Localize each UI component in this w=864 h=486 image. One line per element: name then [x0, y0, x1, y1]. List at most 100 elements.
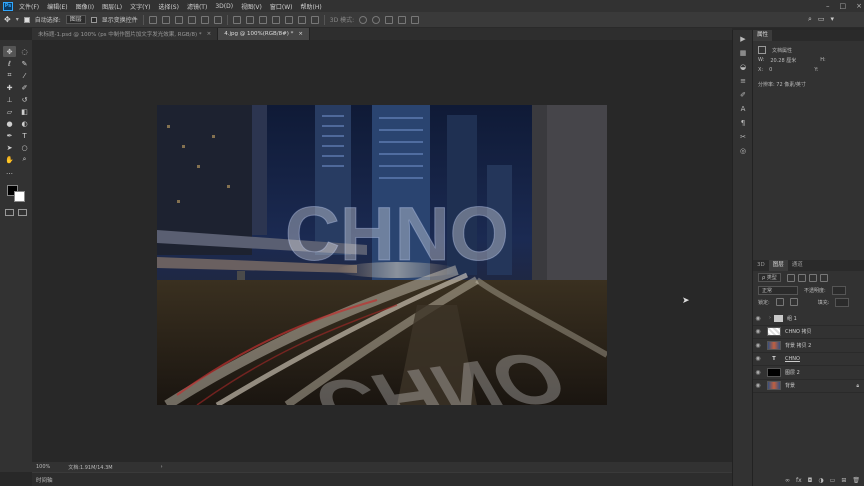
align-top-icon[interactable]: [148, 15, 157, 24]
gradient-tool-icon[interactable]: ◧: [18, 106, 31, 117]
visibility-eye-icon[interactable]: ◉: [753, 369, 763, 376]
eraser-tool-icon[interactable]: ▱: [3, 106, 16, 117]
brush-settings-icon[interactable]: ✐: [736, 89, 750, 100]
shape-tool-icon[interactable]: ○: [18, 142, 31, 153]
maximize-icon[interactable]: □: [840, 2, 847, 10]
filter-pixel-icon[interactable]: [786, 273, 795, 282]
layer-row-chno-copy[interactable]: ◉ CHNO 拷贝: [753, 326, 864, 339]
path-select-tool-icon[interactable]: ➤: [3, 142, 16, 153]
adjustment-layer-icon[interactable]: ◑: [818, 477, 823, 484]
tab-properties[interactable]: 属性: [753, 30, 773, 41]
paragraph-icon[interactable]: ¶: [736, 117, 750, 128]
align-hcenter-icon[interactable]: [200, 15, 209, 24]
lock-pixels-icon[interactable]: [775, 298, 784, 306]
x-value[interactable]: 0: [769, 67, 772, 73]
lasso-tool-icon[interactable]: ℓ: [3, 58, 16, 69]
menu-type[interactable]: 文字(Y): [130, 2, 150, 11]
filter-shape-icon[interactable]: [819, 273, 828, 282]
delete-layer-icon[interactable]: 🗑︎: [852, 477, 860, 484]
pen-tool-icon[interactable]: ✒: [3, 130, 16, 141]
tool-preset-chevron-icon[interactable]: ▾: [16, 16, 19, 23]
distribute-hcenter-icon[interactable]: [284, 15, 293, 24]
expand-chevron-icon[interactable]: ›: [769, 315, 771, 321]
visibility-eye-icon[interactable]: ◉: [753, 315, 763, 322]
tools-icon[interactable]: ✂: [736, 131, 750, 142]
visibility-eye-icon[interactable]: ◉: [753, 328, 763, 335]
history-icon[interactable]: ▶: [736, 33, 750, 44]
more-tools-icon[interactable]: …: [3, 166, 16, 177]
layer-row-background-copy-2[interactable]: ◉ 背景 拷贝 2: [753, 339, 864, 353]
layer-filter-dropdown[interactable]: ρ 类型: [758, 273, 781, 282]
close-icon[interactable]: ×: [856, 2, 862, 10]
align-left-icon[interactable]: [187, 15, 196, 24]
menu-edit[interactable]: 编辑(E): [47, 2, 67, 11]
tab-layers[interactable]: 图层: [768, 260, 788, 271]
move-tool-icon[interactable]: ✥: [3, 46, 16, 57]
menu-3d[interactable]: 3D(D): [215, 3, 233, 10]
layer-row-background[interactable]: ◉ 背景 🔒︎: [753, 380, 864, 393]
menu-select[interactable]: 选择(S): [158, 2, 179, 11]
character-icon[interactable]: A: [736, 103, 750, 114]
distribute-top-icon[interactable]: [232, 15, 241, 24]
timeline-tab[interactable]: 时间轴: [36, 476, 53, 484]
crop-tool-icon[interactable]: ⌗: [3, 70, 16, 81]
width-value[interactable]: 20.28 厘米: [770, 57, 796, 64]
menu-filter[interactable]: 滤镜(T): [187, 2, 207, 11]
align-right-icon[interactable]: [213, 15, 222, 24]
distribute-vcenter-icon[interactable]: [245, 15, 254, 24]
search-icon[interactable]: ⌕: [808, 15, 812, 24]
menu-window[interactable]: 窗口(W): [270, 2, 293, 11]
background-color-swatch[interactable]: [14, 191, 25, 202]
auto-align-icon[interactable]: [310, 15, 319, 24]
workspace-chevron-icon[interactable]: ▾: [830, 15, 834, 24]
layer-row-group[interactable]: ◉ › 组 1: [753, 312, 864, 326]
hand-tool-icon[interactable]: ✋: [3, 154, 16, 165]
workspace-icon[interactable]: ▭: [818, 15, 825, 24]
layer-row-layer-2[interactable]: ◉ 图层 2: [753, 366, 864, 380]
lock-position-icon[interactable]: [789, 298, 798, 306]
tab-close-icon[interactable]: ×: [207, 31, 212, 37]
link-layers-icon[interactable]: ∞: [785, 477, 790, 484]
brush-tool-icon[interactable]: ✐: [18, 82, 31, 93]
adjustments-icon[interactable]: ◒: [736, 61, 750, 72]
move-tool-icon[interactable]: ✥: [4, 15, 11, 24]
stamp-tool-icon[interactable]: ⊥: [3, 94, 16, 105]
tab-close-icon[interactable]: ×: [298, 31, 303, 37]
menu-image[interactable]: 图像(I): [76, 2, 94, 11]
tab-3d[interactable]: 3D: [753, 260, 769, 271]
filter-type-icon[interactable]: [808, 273, 817, 282]
auto-select-checkbox[interactable]: [23, 16, 30, 23]
add-mask-icon[interactable]: ◘: [808, 477, 813, 484]
3d-slide-icon[interactable]: [398, 15, 407, 24]
auto-select-target-dropdown[interactable]: 图层: [65, 15, 86, 24]
quick-select-tool-icon[interactable]: ✎: [18, 58, 31, 69]
healing-tool-icon[interactable]: ✚: [3, 82, 16, 93]
dodge-tool-icon[interactable]: ◐: [18, 118, 31, 129]
type-tool-icon[interactable]: T: [18, 130, 31, 141]
blur-tool-icon[interactable]: ●: [3, 118, 16, 129]
eyedropper-tool-icon[interactable]: ⁄: [18, 70, 31, 81]
layer-row-chno-text[interactable]: ◉ T CHNO: [753, 353, 864, 366]
status-arrow-icon[interactable]: ›: [161, 464, 163, 470]
distribute-left-icon[interactable]: [271, 15, 280, 24]
visibility-eye-icon[interactable]: ◉: [753, 382, 763, 389]
visibility-eye-icon[interactable]: ◉: [753, 355, 763, 362]
new-layer-icon[interactable]: ⊞: [841, 477, 846, 484]
history-brush-tool-icon[interactable]: ↺: [18, 94, 31, 105]
libraries-icon[interactable]: ◎: [736, 145, 750, 156]
3d-orbit-icon[interactable]: [359, 15, 368, 24]
styles-icon[interactable]: ≡: [736, 75, 750, 86]
distribute-bottom-icon[interactable]: [258, 15, 267, 24]
filter-adjust-icon[interactable]: [797, 273, 806, 282]
align-bottom-icon[interactable]: [174, 15, 183, 24]
zoom-level[interactable]: 100%: [36, 464, 50, 470]
menu-view[interactable]: 视图(V): [241, 2, 262, 11]
fill-input[interactable]: [835, 297, 850, 307]
new-group-icon[interactable]: ▭: [830, 477, 836, 484]
show-transform-checkbox[interactable]: [90, 16, 97, 23]
align-vcenter-icon[interactable]: [161, 15, 170, 24]
menu-help[interactable]: 帮助(H): [301, 2, 322, 11]
tab-document-2[interactable]: 4.jpg @ 100%(RGB/8#) * ×: [218, 28, 310, 40]
3d-scale-icon[interactable]: [411, 15, 420, 24]
3d-roll-icon[interactable]: [372, 15, 381, 24]
